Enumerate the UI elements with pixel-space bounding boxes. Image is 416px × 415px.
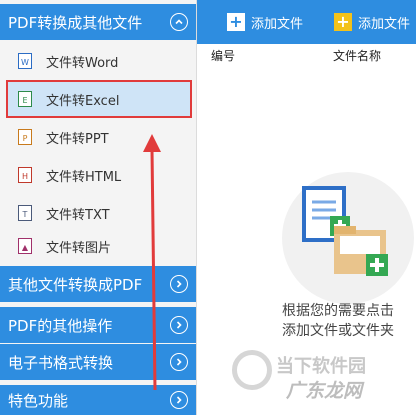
annotation-arrow (143, 134, 161, 391)
